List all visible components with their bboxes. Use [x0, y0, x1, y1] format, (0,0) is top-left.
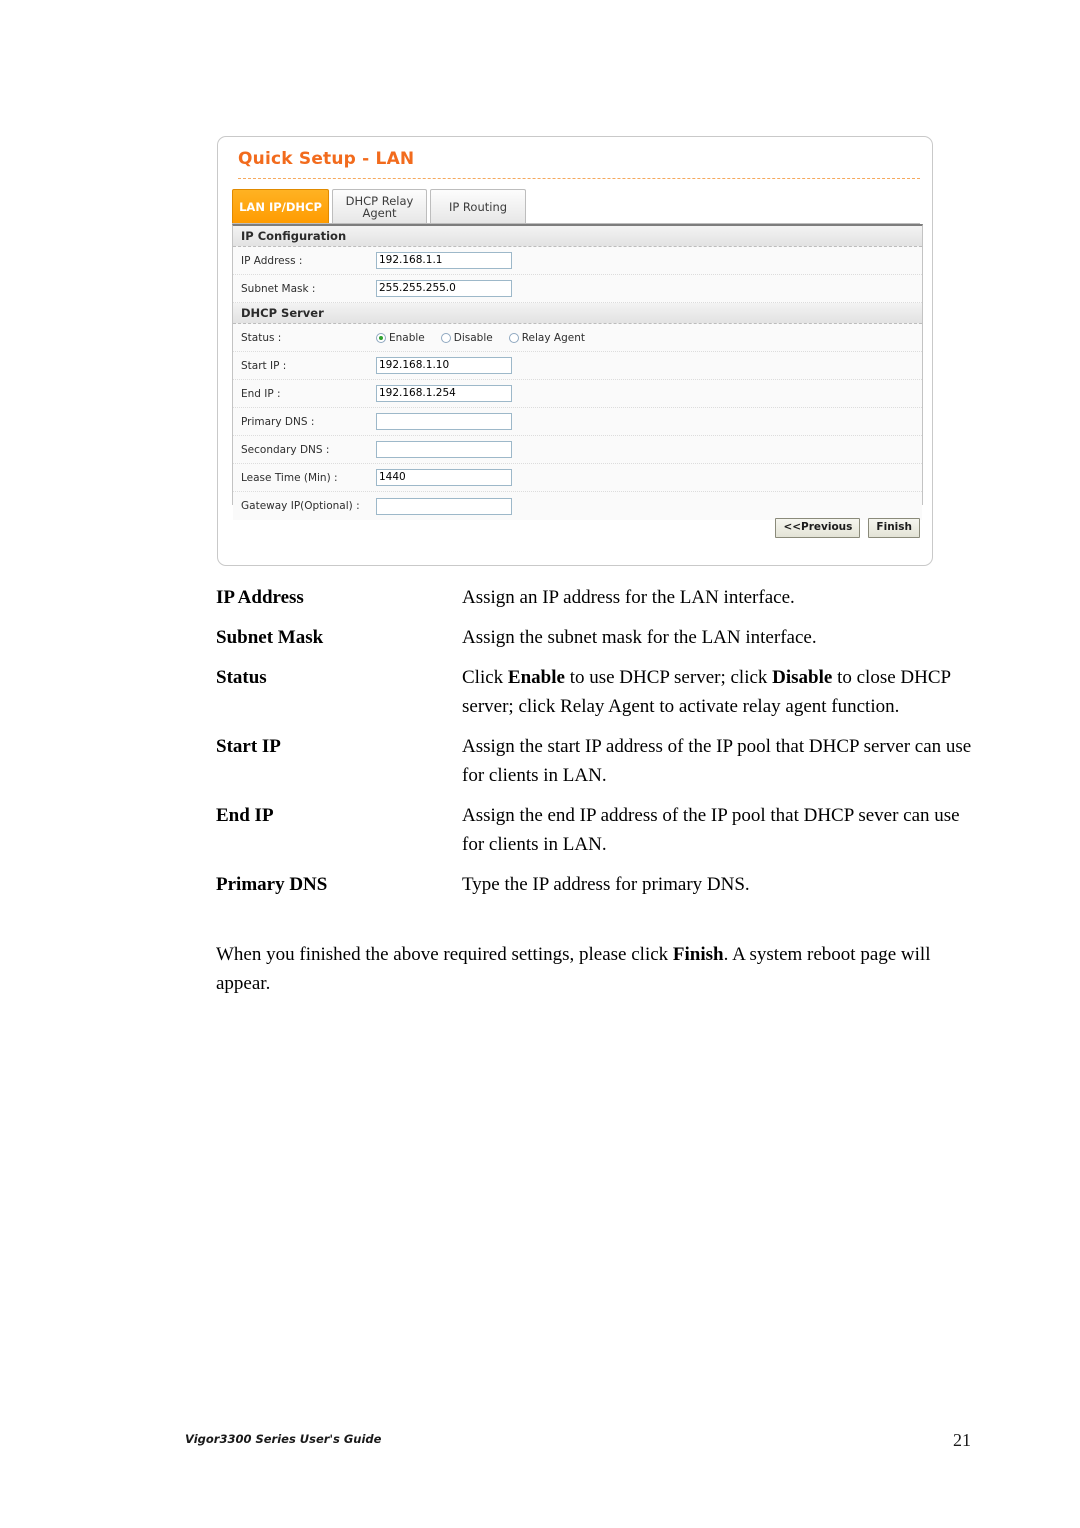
radio-group-dhcp-status: Enable Disable Relay Agent: [376, 332, 585, 344]
finish-button[interactable]: Finish: [868, 518, 920, 538]
label-lease-time: Lease Time (Min) :: [241, 471, 338, 484]
definition-item: Primary DNS Type the IP address for prim…: [216, 870, 982, 899]
label-start-ip: Start IP :: [241, 359, 287, 372]
field-row-status: Status : Enable Disable Relay Agent: [233, 324, 922, 352]
settings-panel: IP Configuration IP Address : 192.168.1.…: [232, 224, 923, 520]
definition-item: Start IP Assign the start IP address of …: [216, 732, 982, 790]
section-header-ip-configuration: IP Configuration: [233, 226, 922, 247]
definition-term: Start IP: [216, 736, 281, 757]
field-row-start-ip: Start IP : 192.168.1.10: [233, 352, 922, 380]
definition-description: Type the IP address for primary DNS.: [462, 874, 750, 895]
definition-term: IP Address: [216, 587, 304, 608]
previous-button[interactable]: <<Previous: [775, 518, 861, 538]
footer-guide-title: Vigor3300 Series User's Guide: [185, 1432, 382, 1446]
field-row-subnet-mask: Subnet Mask : 255.255.255.0: [233, 275, 922, 303]
radio-dot-icon: [440, 332, 451, 343]
tab-ip-routing[interactable]: IP Routing: [430, 189, 526, 224]
button-row: <<Previous Finish: [775, 518, 920, 538]
label-ip-address: IP Address :: [241, 254, 303, 267]
input-primary-dns[interactable]: [376, 413, 512, 430]
tab-dhcp-relay-agent[interactable]: DHCP Relay Agent: [332, 189, 427, 224]
closing-paragraph: When you finished the above required set…: [216, 944, 931, 994]
input-gateway-ip[interactable]: [376, 497, 512, 515]
radio-dot-selected-icon: [376, 332, 386, 343]
definition-item: Status Click Enable to use DHCP server; …: [216, 663, 982, 721]
radio-disable[interactable]: Disable: [440, 331, 493, 344]
radio-dot-icon: [508, 332, 519, 343]
input-lease-time[interactable]: 1440: [376, 469, 512, 486]
label-status: Status :: [241, 331, 282, 344]
field-row-primary-dns: Primary DNS :: [233, 408, 922, 436]
field-row-secondary-dns: Secondary DNS :: [233, 436, 922, 464]
router-config-screenshot: Quick Setup - LAN LAN IP/DHCP DHCP Relay…: [217, 136, 933, 566]
input-secondary-dns[interactable]: [376, 441, 512, 458]
definition-term: Subnet Mask: [216, 627, 324, 648]
definition-item: End IP Assign the end IP address of the …: [216, 801, 982, 859]
definition-item: IP Address Assign an IP address for the …: [216, 583, 982, 612]
definition-description: Assign the subnet mask for the LAN inter…: [462, 627, 817, 648]
label-primary-dns: Primary DNS :: [241, 415, 315, 428]
input-ip-address[interactable]: 192.168.1.1: [376, 252, 512, 269]
tab-lan-ip-dhcp[interactable]: LAN IP/DHCP: [232, 189, 329, 224]
field-row-ip-address: IP Address : 192.168.1.1: [233, 247, 922, 275]
label-end-ip: End IP :: [241, 387, 281, 400]
definition-term: Status: [216, 667, 267, 688]
radio-relay-agent[interactable]: Relay Agent: [508, 331, 585, 344]
field-row-end-ip: End IP : 192.168.1.254: [233, 380, 922, 408]
radio-disable-label: Disable: [453, 331, 493, 344]
section-header-dhcp-server: DHCP Server: [233, 303, 922, 324]
definition-description: Assign the end IP address of the IP pool…: [462, 805, 960, 855]
definition-description: Click Enable to use DHCP server; click D…: [462, 667, 951, 717]
input-end-ip[interactable]: 192.168.1.254: [376, 385, 512, 402]
input-subnet-mask[interactable]: 255.255.255.0: [376, 280, 512, 297]
definition-description: Assign an IP address for the LAN interfa…: [462, 587, 795, 608]
definition-term: End IP: [216, 805, 274, 826]
radio-relay-agent-label: Relay Agent: [521, 331, 585, 344]
field-row-lease-time: Lease Time (Min) : 1440: [233, 464, 922, 492]
label-gateway-ip: Gateway IP(Optional) :: [241, 500, 360, 512]
label-secondary-dns: Secondary DNS :: [241, 443, 330, 456]
definition-term: Primary DNS: [216, 874, 328, 895]
label-subnet-mask: Subnet Mask :: [241, 282, 316, 295]
definition-list: IP Address Assign an IP address for the …: [216, 583, 982, 910]
radio-enable-label: Enable: [389, 331, 425, 344]
tab-bar: LAN IP/DHCP DHCP Relay Agent IP Routing: [232, 189, 920, 224]
footer-page-number: 21: [953, 1430, 971, 1450]
definition-item: Subnet Mask Assign the subnet mask for t…: [216, 623, 982, 652]
definition-description: Assign the start IP address of the IP po…: [462, 736, 972, 786]
panel-title: Quick Setup - LAN: [238, 149, 415, 169]
radio-enable[interactable]: Enable: [376, 332, 425, 344]
field-row-gateway-ip: Gateway IP(Optional) :: [233, 492, 922, 520]
title-divider: [238, 178, 920, 179]
input-start-ip[interactable]: 192.168.1.10: [376, 357, 512, 374]
